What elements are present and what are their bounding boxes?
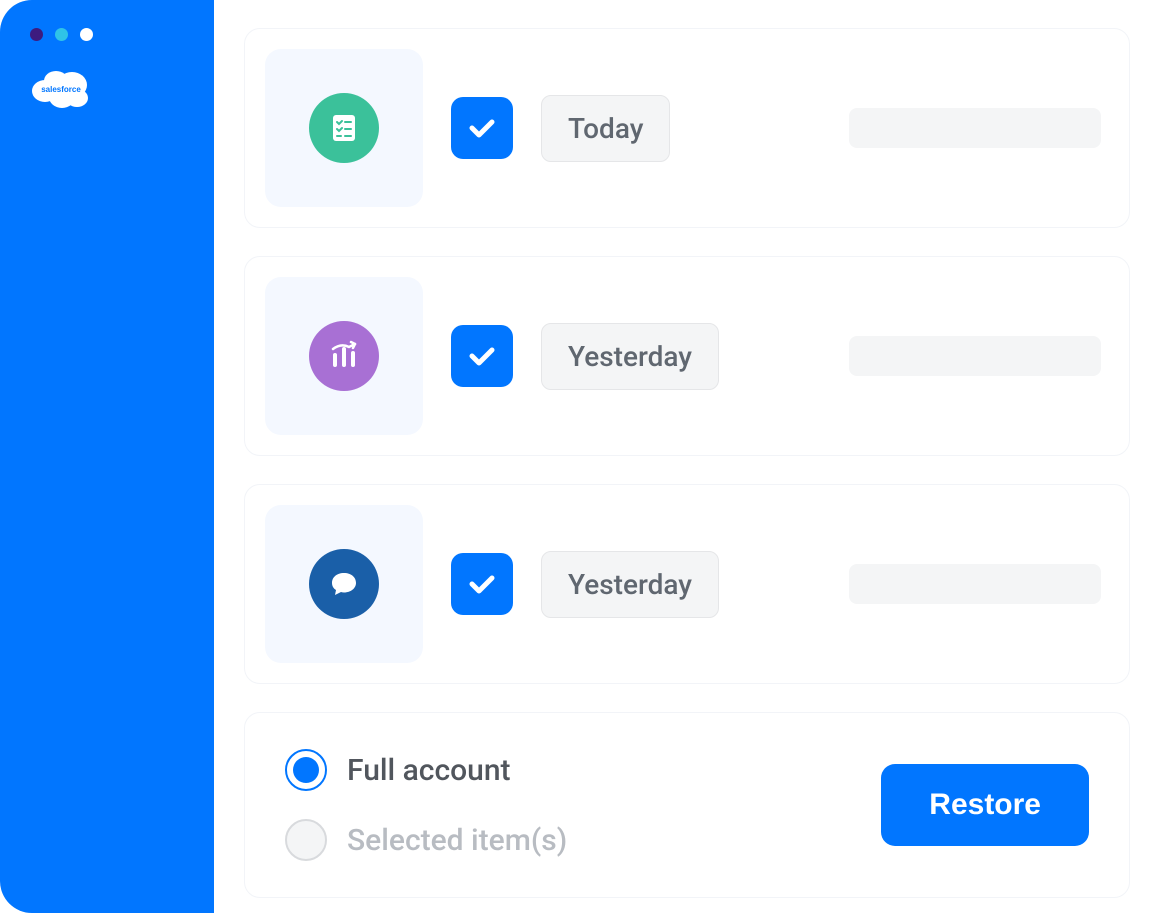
placeholder-bar (849, 336, 1101, 376)
check-icon (465, 567, 499, 601)
salesforce-logo: salesforce (30, 67, 92, 111)
backup-item-row: Yesterday (244, 256, 1130, 456)
item-checkbox[interactable] (451, 553, 513, 615)
restore-button[interactable]: Restore (881, 764, 1089, 846)
radio-label: Selected item(s) (347, 823, 567, 858)
radio-label: Full account (347, 753, 511, 788)
radio-selected-icon (285, 749, 327, 791)
backup-item-row: Today (244, 28, 1130, 228)
app-window: salesforce (0, 0, 1160, 913)
placeholder-bar (849, 108, 1101, 148)
item-icon-container (265, 49, 423, 207)
sidebar: salesforce (0, 0, 214, 913)
radio-option-full-account[interactable]: Full account (285, 749, 567, 791)
item-icon-container (265, 505, 423, 663)
check-icon (465, 339, 499, 373)
check-icon (465, 111, 499, 145)
item-icon-container (265, 277, 423, 435)
window-dot[interactable] (30, 28, 43, 41)
placeholder-bar (849, 564, 1101, 604)
radio-unselected-icon (285, 819, 327, 861)
item-checkbox[interactable] (451, 325, 513, 387)
window-dot[interactable] (55, 28, 68, 41)
main-content: Today Yesterda (214, 0, 1160, 913)
item-checkbox[interactable] (451, 97, 513, 159)
backup-item-row: Yesterday (244, 484, 1130, 684)
restore-scope-radio-group: Full account Selected item(s) (285, 749, 567, 861)
window-controls (30, 28, 214, 41)
date-label: Yesterday (541, 551, 719, 618)
svg-text:salesforce: salesforce (41, 85, 81, 94)
restore-options-panel: Full account Selected item(s) Restore (244, 712, 1130, 898)
checklist-icon (309, 93, 379, 163)
window-dot[interactable] (80, 28, 93, 41)
date-label: Today (541, 95, 670, 162)
date-label: Yesterday (541, 323, 719, 390)
chart-icon (309, 321, 379, 391)
radio-option-selected-items[interactable]: Selected item(s) (285, 819, 567, 861)
chat-icon (309, 549, 379, 619)
